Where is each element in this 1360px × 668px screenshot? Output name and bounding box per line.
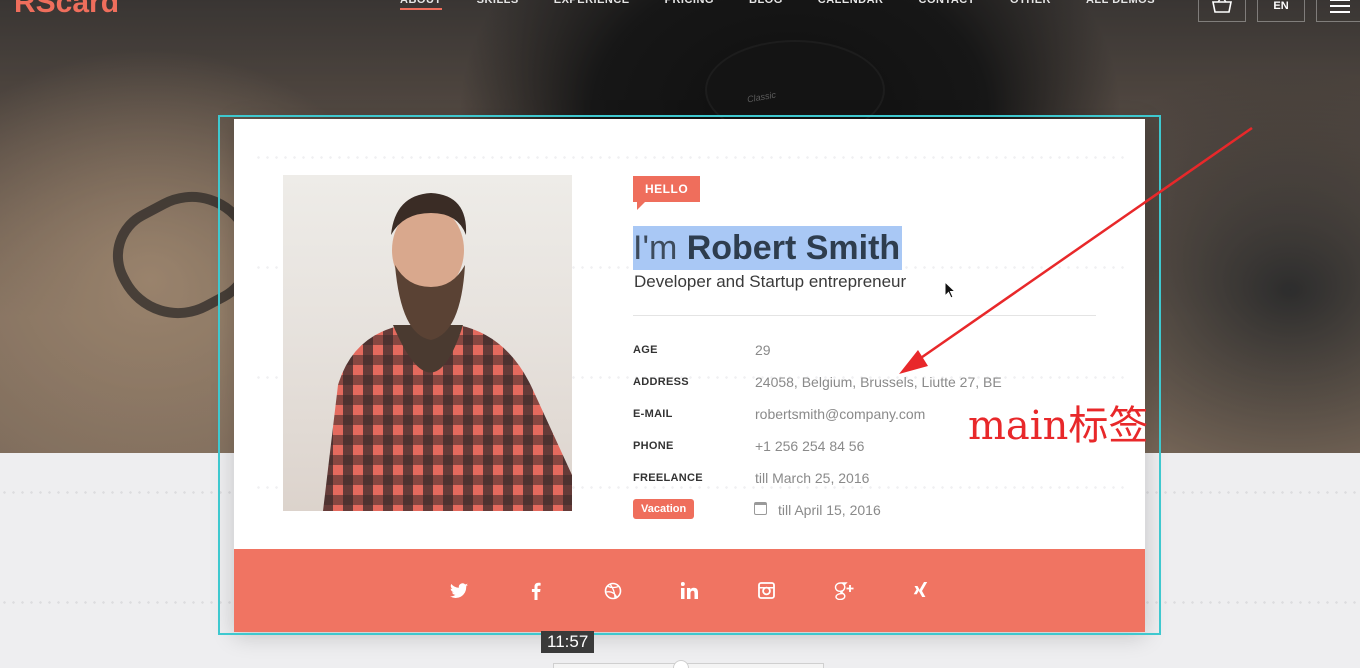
mouse-cursor-icon <box>944 281 956 299</box>
annotation-label: main标签 <box>968 403 1149 449</box>
annotation-arrow <box>899 126 1253 374</box>
video-timestamp: 11:57 <box>541 631 595 653</box>
